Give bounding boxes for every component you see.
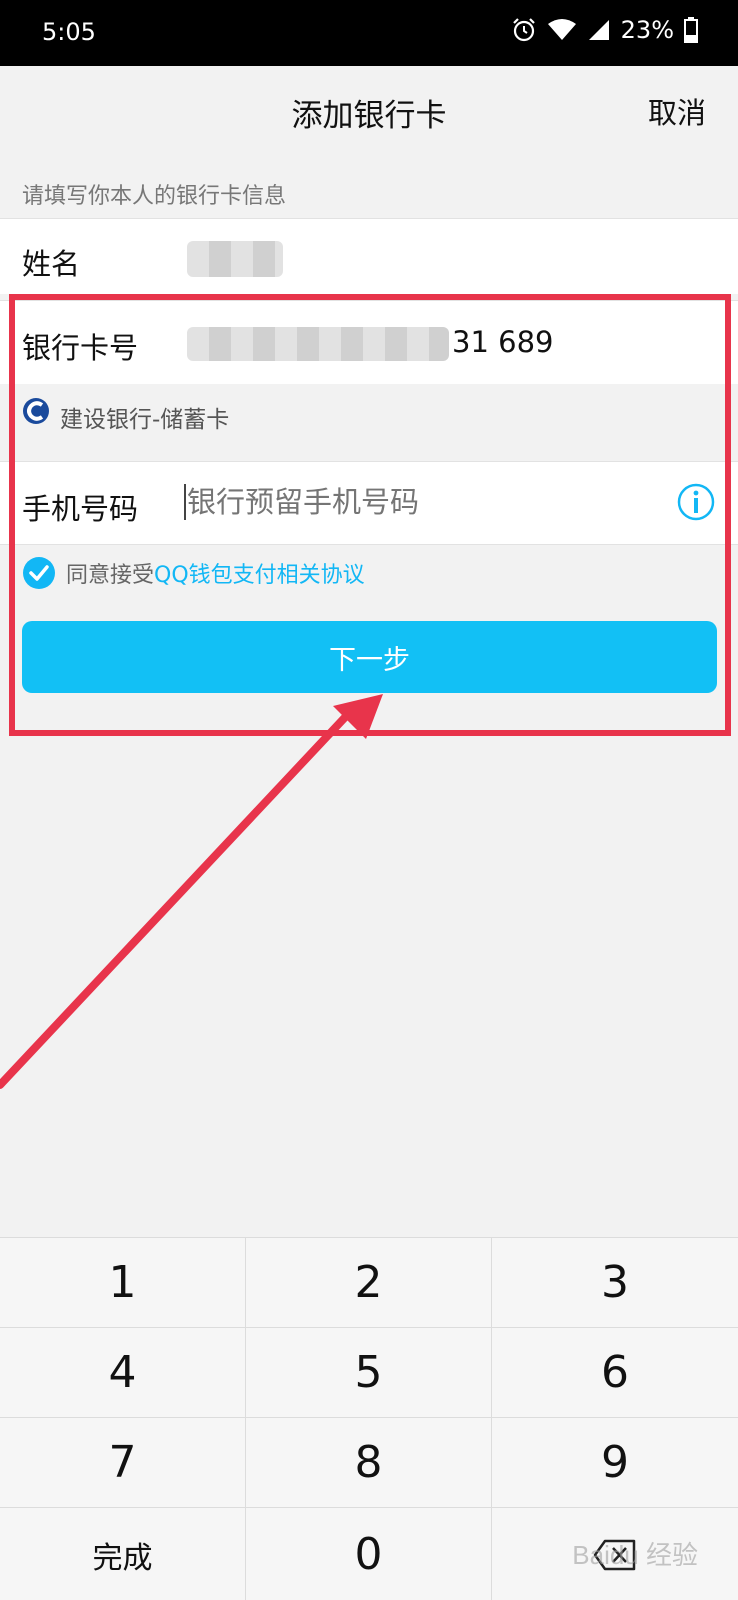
masked-card-number <box>187 327 449 361</box>
phone-input[interactable] <box>187 482 627 522</box>
key-7[interactable]: 7 <box>0 1418 246 1508</box>
watermark: Baidu 经验 <box>572 1540 698 1570</box>
name-label: 姓名 <box>22 247 81 281</box>
bank-info: 建设银行-储蓄卡 <box>0 384 738 450</box>
agreement-row: 同意接受 QQ钱包支付相关协议 <box>22 556 365 590</box>
next-button[interactable]: 下一步 <box>22 621 717 693</box>
key-0[interactable]: 0 <box>246 1508 492 1600</box>
bank-name: 建设银行-储蓄卡 <box>60 407 230 433</box>
status-time: 5:05 <box>42 18 96 46</box>
nav-bar: 添加银行卡 取消 <box>0 66 738 158</box>
phone-label: 手机号码 <box>22 492 139 526</box>
key-6[interactable]: 6 <box>492 1328 738 1418</box>
numeric-keypad: 1 2 3 4 5 6 7 8 9 完成 0 Baidu 经验 <box>0 1237 738 1600</box>
agreement-link[interactable]: QQ钱包支付相关协议 <box>154 557 365 589</box>
card-number-suffix: 31 689 <box>452 325 554 359</box>
cancel-button[interactable]: 取消 <box>648 90 706 132</box>
wifi-icon <box>547 19 576 40</box>
key-done[interactable]: 完成 <box>0 1508 246 1600</box>
agreement-prefix: 同意接受 <box>66 563 155 588</box>
status-bar: 5:05 23% <box>0 0 738 66</box>
name-row[interactable]: 姓名 <box>0 218 738 294</box>
card-number-row[interactable]: 银行卡号 31 689 <box>0 300 738 384</box>
battery-percent: 23% <box>620 16 674 44</box>
key-8[interactable]: 8 <box>246 1418 492 1508</box>
checkbox-checked-icon[interactable] <box>22 556 56 590</box>
phone-row[interactable]: 手机号码 <box>0 461 738 545</box>
key-2[interactable]: 2 <box>246 1238 492 1328</box>
masked-name-value <box>187 241 283 277</box>
key-9[interactable]: 9 <box>492 1418 738 1508</box>
card-number-label: 银行卡号 <box>22 331 139 365</box>
info-icon[interactable] <box>676 482 716 522</box>
annotation-arrow-icon <box>0 694 383 1089</box>
alarm-icon <box>512 18 535 42</box>
key-1[interactable]: 1 <box>0 1238 246 1328</box>
text-caret <box>184 484 186 520</box>
key-5[interactable]: 5 <box>246 1328 492 1418</box>
battery-icon <box>684 17 698 43</box>
key-4[interactable]: 4 <box>0 1328 246 1418</box>
key-3[interactable]: 3 <box>492 1238 738 1328</box>
status-icons: 23% <box>511 16 698 44</box>
page-title: 添加银行卡 <box>291 98 447 134</box>
signal-icon <box>588 20 609 40</box>
form-hint: 请填写你本人的银行卡信息 <box>22 184 287 209</box>
ccb-bank-logo-icon <box>23 398 49 424</box>
